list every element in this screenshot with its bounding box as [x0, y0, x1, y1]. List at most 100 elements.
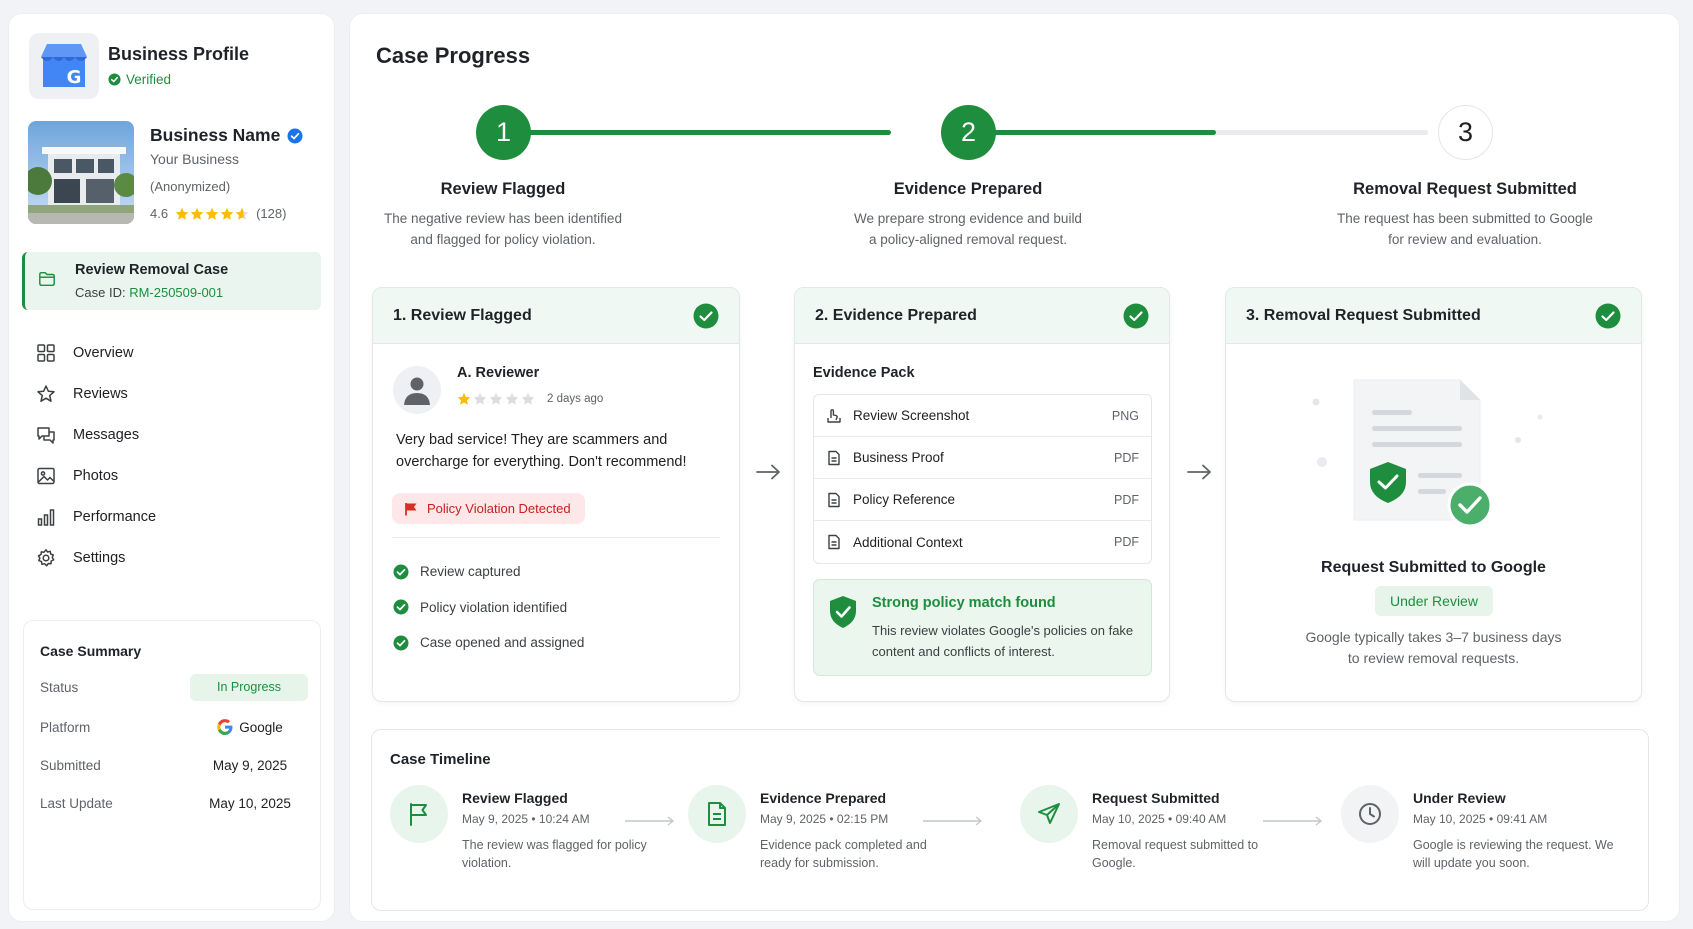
removal-request-card: 3. Removal Request Submitted Request Sub…	[1225, 287, 1642, 702]
shield-check-icon	[830, 596, 856, 628]
timeline-item-desc: Removal request submitted to Google.	[1092, 838, 1259, 870]
review-flagged-card: 1. Review Flagged A. Reviewer 2 days ago…	[372, 287, 740, 702]
sidebar-item-label: Messages	[73, 426, 140, 443]
sidebar-item-settings[interactable]: Settings	[31, 537, 321, 578]
step-2-circle: 2	[941, 105, 996, 160]
sidebar-item-photos[interactable]: Photos	[31, 455, 321, 496]
evidence-list: Review Screenshot PNG Business Proof PDF…	[813, 394, 1152, 564]
submitted-note: Google typically takes 3–7 business days…	[1305, 629, 1562, 666]
step-1-circle: 1	[476, 105, 531, 160]
arrow-right-icon	[1187, 464, 1211, 480]
document-icon	[828, 450, 840, 465]
star-icon	[521, 392, 535, 405]
business-profile-logo: G	[29, 33, 99, 99]
timeline-item-name: Evidence Prepared	[760, 790, 887, 806]
timeline-arrow-icon	[1263, 816, 1323, 826]
star-outline-icon	[37, 384, 55, 402]
grid-icon	[37, 343, 55, 362]
business-note: (Anonymized)	[150, 179, 231, 194]
summary-key: Last Update	[40, 795, 113, 811]
check-circle-icon	[393, 564, 409, 580]
review-stars	[457, 392, 535, 406]
sidebar-item-overview[interactable]: Overview	[31, 332, 321, 373]
document-icon	[828, 534, 840, 550]
reviewer-name: A. Reviewer	[457, 365, 540, 381]
evidence-type: PDF	[1114, 535, 1139, 549]
review-removal-case[interactable]: Review Removal Case Case ID: RM-250509-0…	[22, 252, 321, 310]
arrow-right-icon	[756, 464, 780, 480]
verified-badge-icon	[287, 128, 303, 143]
verified-label: Verified	[126, 72, 172, 87]
card-title: 2. Evidence Prepared	[815, 306, 977, 324]
review-time: 2 days ago	[547, 393, 604, 405]
timeline-arrow-icon	[625, 816, 675, 826]
evidence-item[interactable]: Policy Reference PDF	[814, 479, 1151, 521]
match-title: Strong policy match found	[872, 595, 1056, 611]
image-icon	[37, 467, 55, 484]
case-timeline: Case Timeline Review Flagged May 9, 2025…	[371, 729, 1649, 911]
star-icon	[489, 392, 503, 405]
evidence-item[interactable]: Review Screenshot PNG	[814, 395, 1151, 437]
gear-icon	[37, 548, 55, 567]
business-photo	[28, 121, 134, 224]
check-list: Review captured Policy violation identif…	[393, 554, 584, 661]
evidence-item[interactable]: Additional Context PDF	[814, 521, 1151, 563]
timeline-item-desc: The review was flagged for policy violat…	[462, 838, 647, 870]
business-rating: 4.6 (128)	[150, 206, 286, 221]
card-title: 3. Removal Request Submitted	[1246, 306, 1481, 324]
policy-violation-badge: Policy Violation Detected	[392, 493, 585, 524]
step-1-label: Review Flagged	[440, 180, 566, 198]
card-title: 1. Review Flagged	[393, 306, 532, 324]
check-circle-icon	[393, 599, 409, 615]
sidebar-item-label: Reviews	[73, 385, 128, 402]
store-icon: G	[41, 44, 87, 88]
evidence-name: Additional Context	[853, 534, 963, 550]
case-summary-title: Case Summary	[40, 643, 142, 659]
review-rating: 2 days ago	[457, 392, 603, 406]
timeline-title: Case Timeline	[390, 751, 491, 768]
sidebar: G Business Profile Verified Business Nam…	[8, 13, 335, 922]
send-icon	[1020, 785, 1078, 843]
timeline-item-desc: Evidence pack completed and ready for su…	[760, 838, 927, 870]
evidence-name: Review Screenshot	[853, 408, 970, 423]
summary-key: Platform	[40, 719, 91, 735]
check-circle-icon	[1123, 303, 1149, 328]
sidebar-item-label: Overview	[73, 344, 134, 361]
timeline-item-name: Request Submitted	[1092, 790, 1220, 806]
avatar	[393, 366, 441, 414]
business-subtitle: Your Business	[150, 151, 239, 167]
summary-key: Submitted	[40, 757, 101, 773]
timeline-item-desc: Google is reviewing the request. We will…	[1413, 838, 1614, 870]
sidebar-item-label: Photos	[73, 467, 119, 484]
card-header: 3. Removal Request Submitted	[1226, 288, 1641, 344]
case-title: Review Removal Case	[75, 262, 229, 278]
policy-match-box: Strong policy match found This review vi…	[813, 579, 1152, 676]
bar-chart-icon	[37, 508, 55, 526]
summary-row-last-update: Last Update May 10, 2025	[40, 790, 308, 816]
sidebar-item-performance[interactable]: Performance	[31, 496, 321, 537]
star-icon	[205, 207, 219, 220]
timeline-item-date: May 10, 2025 • 09:41 AM	[1413, 812, 1548, 826]
check-circle-icon	[1595, 303, 1621, 328]
progress-line-1	[501, 130, 891, 135]
sidebar-item-messages[interactable]: Messages	[31, 414, 321, 455]
evidence-type: PDF	[1114, 450, 1139, 465]
star-icon	[175, 207, 189, 220]
step-3-label: Removal Request Submitted	[1353, 180, 1577, 198]
step-3-circle: 3	[1438, 105, 1493, 160]
screenshot-icon	[827, 408, 841, 423]
summary-row-platform: Platform Google	[40, 714, 308, 740]
case-id-value: RM-250509-001	[129, 285, 224, 300]
timeline-item-date: May 9, 2025 • 10:24 AM	[462, 812, 590, 826]
business-name-text: Business Name	[150, 125, 281, 145]
summary-value: May 10, 2025	[209, 795, 291, 811]
folder-icon	[38, 270, 56, 288]
submitted-title: Request Submitted to Google	[1321, 559, 1546, 576]
rating-stars	[175, 207, 249, 221]
sidebar-item-reviews[interactable]: Reviews	[31, 373, 321, 414]
evidence-item[interactable]: Business Proof PDF	[814, 437, 1151, 479]
check-circle-icon	[393, 635, 409, 651]
summary-value: May 9, 2025	[212, 757, 288, 773]
submitted-document-illustration	[1312, 379, 1543, 528]
document-icon	[828, 492, 840, 507]
